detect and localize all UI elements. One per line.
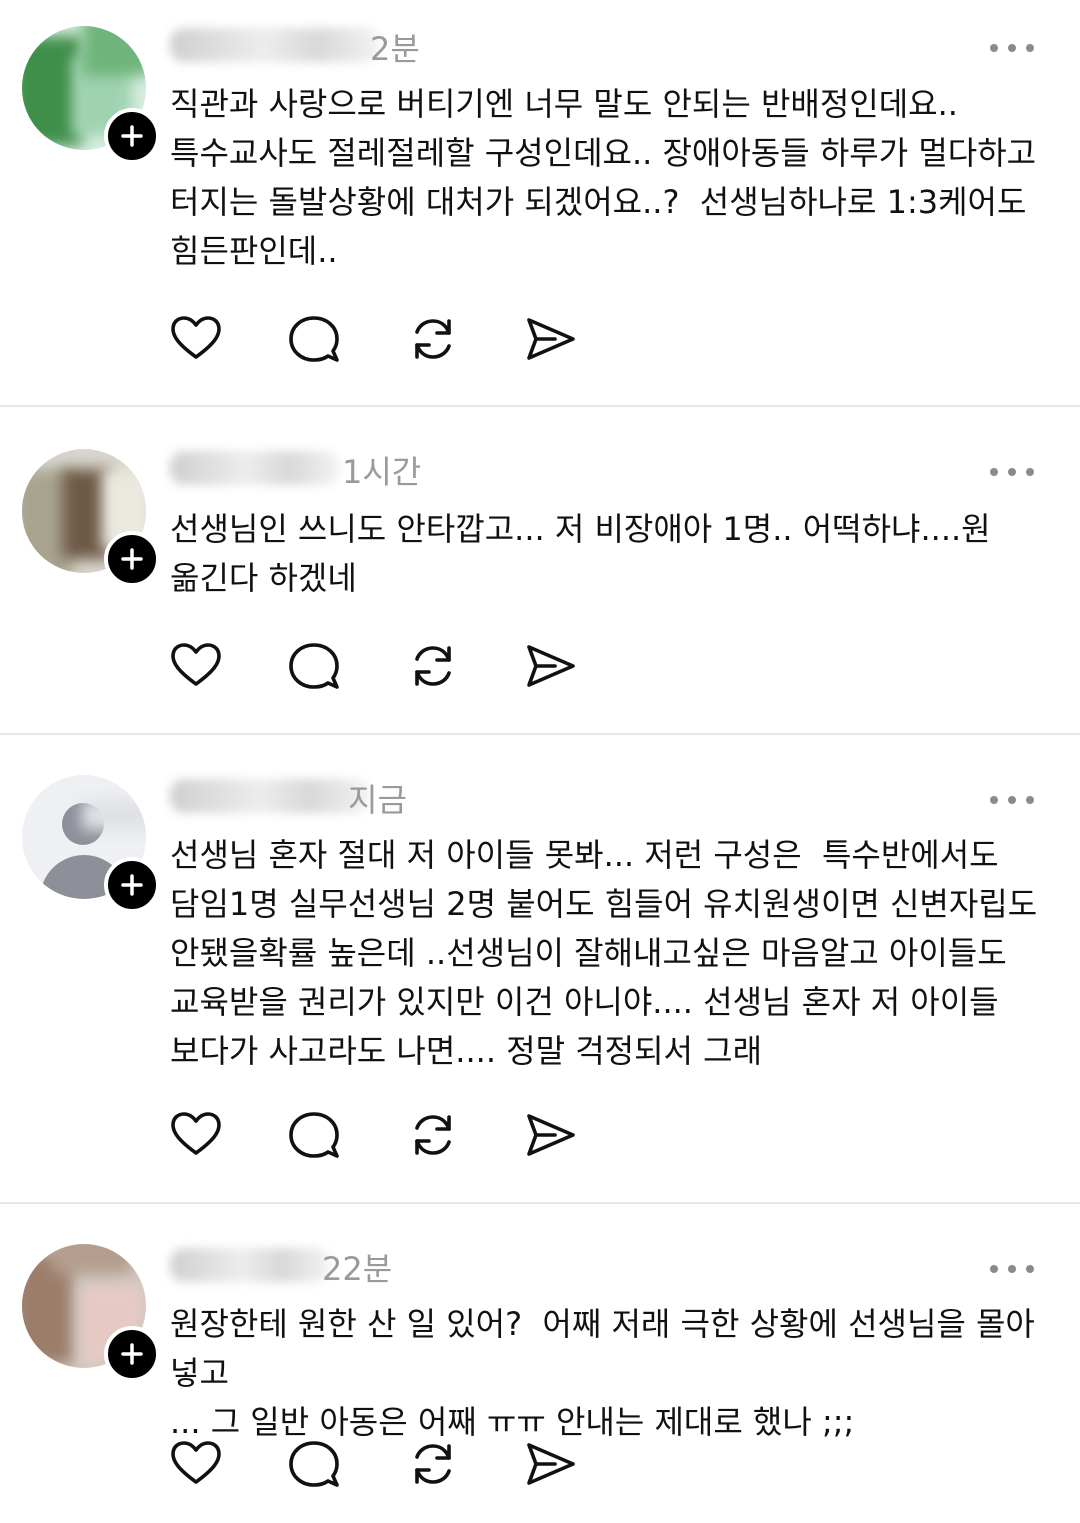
comment-icon[interactable] — [286, 1436, 342, 1492]
share-icon[interactable] — [523, 311, 579, 367]
share-icon[interactable] — [523, 638, 579, 694]
post: 2분 직관과 사랑으로 버티기엔 너무 말도 안되는 반배정인데요.. 특수교사… — [0, 0, 1080, 405]
repost-icon[interactable] — [405, 1107, 461, 1163]
avatar[interactable] — [22, 26, 160, 176]
more-options-icon[interactable] — [990, 38, 1040, 58]
post: 22분 원장한테 원한 산 일 있어? 어째 저래 극한 상황에 선생님을 몰아… — [0, 1204, 1080, 1523]
avatar[interactable] — [22, 775, 160, 925]
follow-button[interactable] — [104, 108, 160, 164]
avatar[interactable] — [22, 449, 160, 599]
heart-icon[interactable] — [168, 638, 224, 694]
timestamp: 1시간 — [342, 453, 422, 491]
comment-icon[interactable] — [286, 311, 342, 367]
username-redacted[interactable] — [170, 779, 370, 813]
post-meta: 지금 — [170, 777, 470, 819]
comment-icon[interactable] — [286, 1107, 342, 1163]
username-redacted[interactable] — [170, 451, 340, 485]
post-meta: 2분 — [170, 26, 470, 68]
follow-button[interactable] — [104, 531, 160, 587]
repost-icon[interactable] — [405, 638, 461, 694]
more-options-icon[interactable] — [990, 462, 1040, 482]
post-text: 원장한테 원한 산 일 있어? 어째 저래 극한 상황에 선생님을 몰아넣고 .… — [170, 1305, 1035, 1441]
follow-button[interactable] — [104, 857, 160, 913]
post-text: 선생님 혼자 절대 저 아이들 못봐... 저런 구성은 특수반에서도 담임1명… — [170, 836, 1038, 1070]
follow-button[interactable] — [104, 1326, 160, 1382]
post-meta: 22분 — [170, 1246, 470, 1288]
username-redacted[interactable] — [170, 28, 380, 62]
timestamp: 22분 — [322, 1250, 393, 1288]
share-icon[interactable] — [523, 1436, 579, 1492]
avatar[interactable] — [22, 1244, 160, 1394]
share-icon[interactable] — [523, 1107, 579, 1163]
heart-icon[interactable] — [168, 1107, 224, 1163]
username-redacted[interactable] — [170, 1248, 330, 1282]
repost-icon[interactable] — [405, 1436, 461, 1492]
timestamp: 2분 — [370, 30, 420, 68]
more-options-icon[interactable] — [990, 1259, 1040, 1279]
repost-icon[interactable] — [405, 311, 461, 367]
post-text: 직관과 사랑으로 버티기엔 너무 말도 안되는 반배정인데요.. 특수교사도 절… — [170, 85, 1037, 270]
comment-icon[interactable] — [286, 638, 342, 694]
post-text: 선생님인 쓰니도 안타깝고... 저 비장애아 1명.. 어떡하냐....원 옮… — [170, 510, 991, 597]
post-meta: 1시간 — [170, 449, 470, 491]
timestamp: 지금 — [348, 781, 407, 819]
heart-icon[interactable] — [168, 1436, 224, 1492]
heart-icon[interactable] — [168, 311, 224, 367]
more-options-icon[interactable] — [990, 790, 1040, 810]
post: 1시간 선생님인 쓰니도 안타깝고... 저 비장애아 1명.. 어떡하냐...… — [0, 407, 1080, 733]
post: 지금 선생님 혼자 절대 저 아이들 못봐... 저런 구성은 특수반에서도 담… — [0, 735, 1080, 1202]
